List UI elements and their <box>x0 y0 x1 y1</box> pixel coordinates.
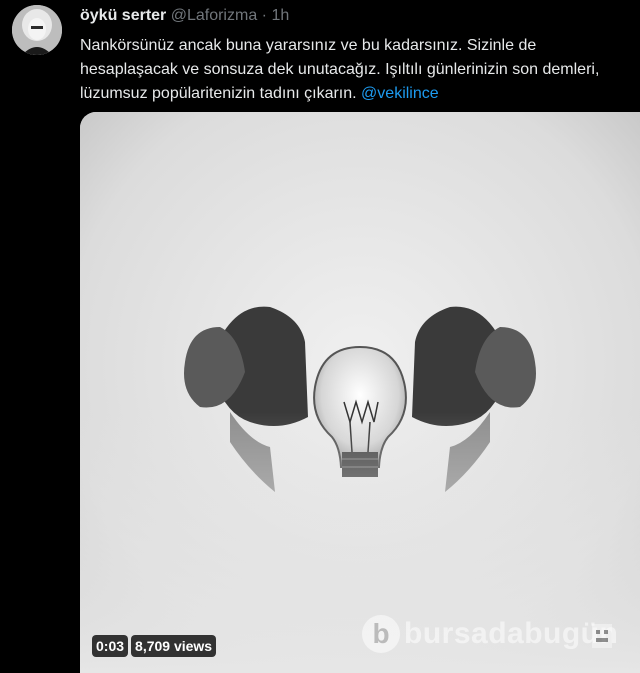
video-views: 8,709 views <box>131 635 217 657</box>
tweet-body: Nankörsünüz ancak buna yararsınız ve bu … <box>80 37 600 102</box>
video-frame <box>80 112 640 673</box>
watermark-text: bursadabugün <box>404 617 619 650</box>
video-badges: 0:03 8,709 views <box>92 635 217 657</box>
tweet[interactable]: öykü serter @Laforizma · 1h Nankörsünüz … <box>0 0 640 673</box>
video-corner-icon <box>592 624 612 648</box>
tweet-header: öykü serter @Laforizma · 1h <box>80 6 289 26</box>
tweet-text: Nankörsünüz ancak buna yararsınız ve bu … <box>80 34 630 106</box>
mention-link[interactable]: @vekilince <box>361 85 439 102</box>
avatar-image <box>12 5 62 55</box>
video-watermark-logo: b <box>362 615 400 653</box>
timestamp[interactable]: 1h <box>271 7 289 24</box>
avatar[interactable] <box>12 5 62 55</box>
user-handle[interactable]: @Laforizma <box>171 7 258 24</box>
video-watermark: b bursadabugün <box>362 615 618 653</box>
video-duration: 0:03 <box>92 635 129 657</box>
video-player[interactable] <box>80 112 640 673</box>
display-name[interactable]: öykü serter <box>80 7 166 24</box>
separator-dot: · <box>261 7 267 24</box>
